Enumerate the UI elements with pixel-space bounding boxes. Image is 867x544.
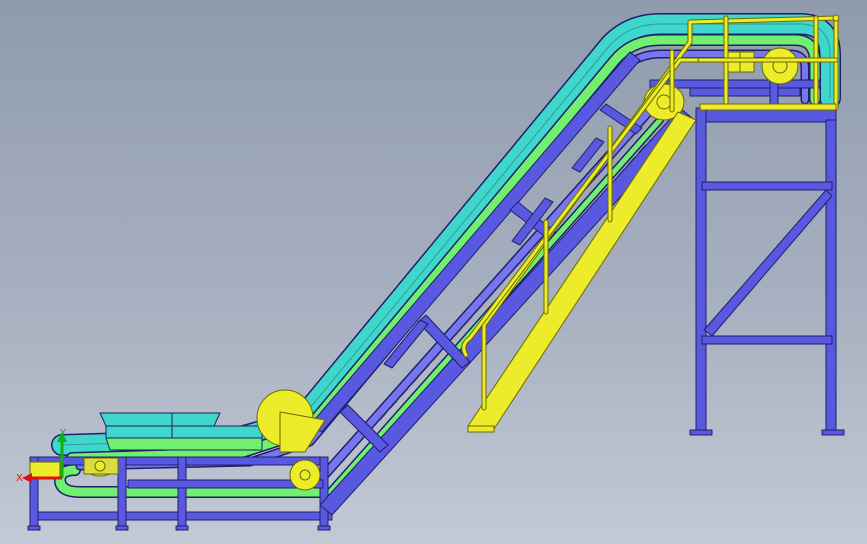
support-frame bbox=[27, 51, 845, 531]
conveyor-model[interactable]: Y X bbox=[0, 0, 867, 544]
loading-hopper bbox=[99, 412, 263, 451]
coordinate-triad: Y X bbox=[16, 428, 67, 484]
triad-x-label: X bbox=[16, 473, 23, 484]
cad-graphics-viewport[interactable]: Y X bbox=[0, 0, 867, 544]
triad-y-label: Y bbox=[59, 428, 67, 439]
